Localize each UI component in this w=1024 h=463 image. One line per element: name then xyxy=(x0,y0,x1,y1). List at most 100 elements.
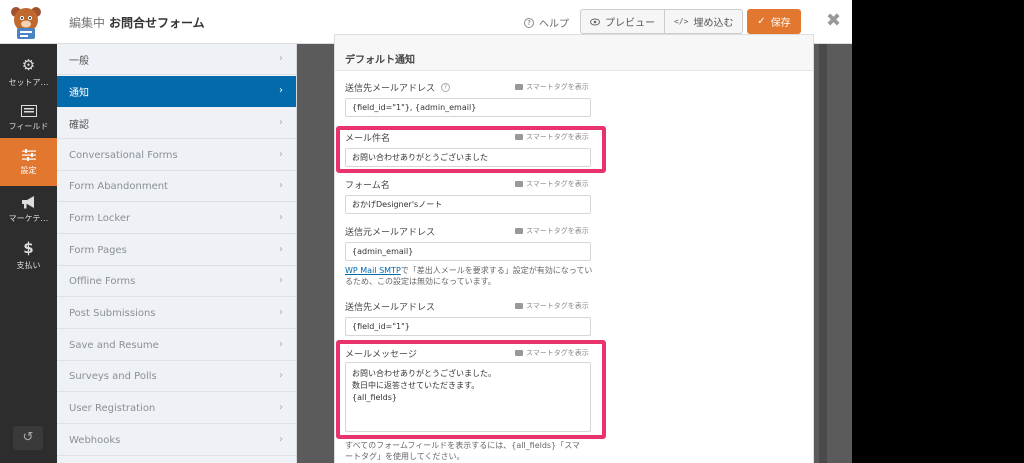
subject-highlight-box xyxy=(336,126,606,173)
code-icon: </> xyxy=(674,17,689,26)
panel-item-label: Save and Resume xyxy=(69,339,159,351)
panel-item-form-locker[interactable]: Form Locker › xyxy=(57,203,296,234)
from-name-label: フォーム名 xyxy=(345,181,390,191)
form-name: お問合せフォーム xyxy=(109,16,205,30)
nav-setup-label: セットア… xyxy=(8,78,49,87)
chevron-right-icon: › xyxy=(279,180,283,191)
send-to-label: 送信先メールアドレス ? xyxy=(345,81,451,94)
from-email-input[interactable]: {admin_email} xyxy=(345,242,591,261)
panel-item-form-pages[interactable]: Form Pages › xyxy=(57,235,296,266)
chevron-right-icon: › xyxy=(279,402,283,413)
smart-tags-toggle[interactable]: スマートタグを表示 xyxy=(515,301,589,311)
nav-marketing[interactable]: マーケテ… xyxy=(0,186,57,234)
nav-settings-label: 設定 xyxy=(20,165,37,175)
panel-item-label: Post Submissions xyxy=(69,307,156,319)
from-email-label: 送信元メールアドレス xyxy=(345,228,436,238)
chevron-right-icon: › xyxy=(279,307,283,318)
preview-label: プレビュー xyxy=(605,18,655,29)
close-icon[interactable]: ✖ xyxy=(826,12,841,30)
send-to-input[interactable]: {field_id="1"}, {admin_email} xyxy=(345,98,591,117)
nav-setup[interactable]: ⚙ セットア… xyxy=(0,49,57,97)
nav-fields[interactable]: フィールド xyxy=(0,94,57,142)
panel-item-save-and-resume[interactable]: Save and Resume › xyxy=(57,330,296,361)
nav-marketing-label: マーケテ… xyxy=(8,214,49,223)
smart-tags-toggle[interactable]: スマートタグを表示 xyxy=(515,82,589,92)
form-title: 編集中 お問合せフォーム xyxy=(69,14,205,31)
save-button[interactable]: ✓ 保存 xyxy=(747,9,801,34)
reply-to-input[interactable]: {field_id="1"} xyxy=(345,317,591,336)
help-icon[interactable]: ? xyxy=(441,83,451,92)
panel-item-label: Form Locker xyxy=(69,212,131,224)
help-link[interactable]: ? ヘルプ xyxy=(524,15,569,30)
gear-icon: ⚙ xyxy=(21,56,36,74)
panel-item-general[interactable]: 一般 › xyxy=(57,44,296,75)
tag-icon xyxy=(515,181,523,187)
panel-item-label: 確認 xyxy=(69,119,89,131)
wpforms-bear-logo xyxy=(11,7,41,39)
nav-payments[interactable]: $ 支払い xyxy=(0,232,57,280)
panel-item-webhooks[interactable]: Webhooks › xyxy=(57,425,296,456)
embed-label: 埋め込む xyxy=(693,18,734,29)
nav-settings[interactable]: 設定 xyxy=(0,138,57,186)
wp-mail-smtp-link[interactable]: WP Mail SMTP xyxy=(345,266,401,275)
chevron-right-icon: › xyxy=(279,434,283,445)
smart-tags-label: スマートタグを表示 xyxy=(526,227,589,235)
chevron-right-icon: › xyxy=(279,244,283,255)
all-fields-note-2: ートタグ」を使用してください。 xyxy=(345,452,465,461)
editing-label: 編集中 xyxy=(69,16,106,30)
panel-item-label: Surveys and Polls xyxy=(69,370,157,382)
smtp-note: WP Mail SMTPで「差出人メールを要求する」設定が有効になっているため、… xyxy=(345,265,603,287)
builder-icon-nav: ⚙ セットア… フィールド 設定 マーケテ… $ 支払い ↺ xyxy=(0,44,57,463)
all-fields-note: すべてのフォームフィールドを表示するには、{all_fields}「スマ ートタグ… xyxy=(345,440,603,462)
dollar-icon: $ xyxy=(23,239,34,257)
panel-item-post-submissions[interactable]: Post Submissions › xyxy=(57,298,296,329)
embed-button[interactable]: </> 埋め込む xyxy=(664,10,742,33)
panel-item-label: 通知 xyxy=(69,87,89,99)
smtp-note-text-1: で「差出人メールを要求する」設定が有効になってい xyxy=(400,266,593,275)
panel-item-label: User Registration xyxy=(69,402,156,414)
panel-item-label: Form Pages xyxy=(69,244,127,256)
smart-tags-label: スマートタグを表示 xyxy=(526,180,589,188)
preview-embed-group: プレビュー </> 埋め込む xyxy=(580,9,744,34)
smtp-note-text-2: るため、この設定は無効になっています。 xyxy=(345,277,496,286)
sliders-icon xyxy=(21,148,36,161)
smart-tags-toggle[interactable]: スマートタグを表示 xyxy=(515,226,589,236)
panel-item-label: 一般 xyxy=(69,55,89,67)
nav-fields-label: フィールド xyxy=(8,121,49,131)
reply-to-label: 送信先メールアドレス xyxy=(345,303,436,313)
panel-item-conversational-forms[interactable]: Conversational Forms › xyxy=(57,140,296,171)
right-blackout xyxy=(852,0,1024,44)
preview-button[interactable]: プレビュー xyxy=(581,10,664,33)
panel-item-label: Form Abandonment xyxy=(69,180,168,192)
content-area: デフォルト通知 送信先メールアドレス ? スマートタグを表示 {field_id… xyxy=(297,34,852,463)
settings-panel: 一般 › 通知 › 確認 › Conversational Forms › Form A… xyxy=(57,44,297,463)
notification-card: デフォルト通知 送信先メールアドレス ? スマートタグを表示 {field_id… xyxy=(334,34,814,463)
notification-card-header: デフォルト通知 xyxy=(335,35,813,71)
panel-item-user-registration[interactable]: User Registration › xyxy=(57,393,296,424)
panel-item-label: Conversational Forms xyxy=(69,149,178,161)
panel-item-offline-forms[interactable]: Offline Forms › xyxy=(57,266,296,297)
from-name-input[interactable]: おかげDesigner'sノート xyxy=(345,195,591,214)
check-icon: ✓ xyxy=(757,16,766,27)
panel-item-surveys-and-polls[interactable]: Surveys and Polls › xyxy=(57,361,296,392)
form-builder-window: 編集中 お問合せフォーム ? ヘルプ プレビュー </> 埋め込む ✓ 保存 ✖ … xyxy=(0,0,1024,463)
smart-tags-toggle[interactable]: スマートタグを表示 xyxy=(515,179,589,189)
panel-item-label: Offline Forms xyxy=(69,275,136,287)
smart-tags-label: スマートタグを表示 xyxy=(526,83,589,91)
smart-tags-label: スマートタグを表示 xyxy=(526,302,589,310)
save-label: 保存 xyxy=(770,18,791,29)
panel-item-notifications[interactable]: 通知 › xyxy=(57,76,296,107)
message-highlight-box xyxy=(336,340,606,439)
panel-item-form-abandonment[interactable]: Form Abandonment › xyxy=(57,171,296,202)
chevron-right-icon: › xyxy=(279,117,283,128)
help-icon: ? xyxy=(524,17,534,28)
send-to-label-text: 送信先メールアドレス xyxy=(345,84,436,94)
tag-icon xyxy=(515,303,523,309)
eye-icon xyxy=(590,18,600,25)
chevron-right-icon: › xyxy=(279,212,283,223)
scrollbar[interactable] xyxy=(819,44,827,463)
chevron-right-icon: › xyxy=(279,53,283,64)
panel-item-confirmations[interactable]: 確認 › xyxy=(57,108,296,139)
revisions-history-icon[interactable]: ↺ xyxy=(13,426,43,450)
chevron-right-icon: › xyxy=(279,149,283,160)
